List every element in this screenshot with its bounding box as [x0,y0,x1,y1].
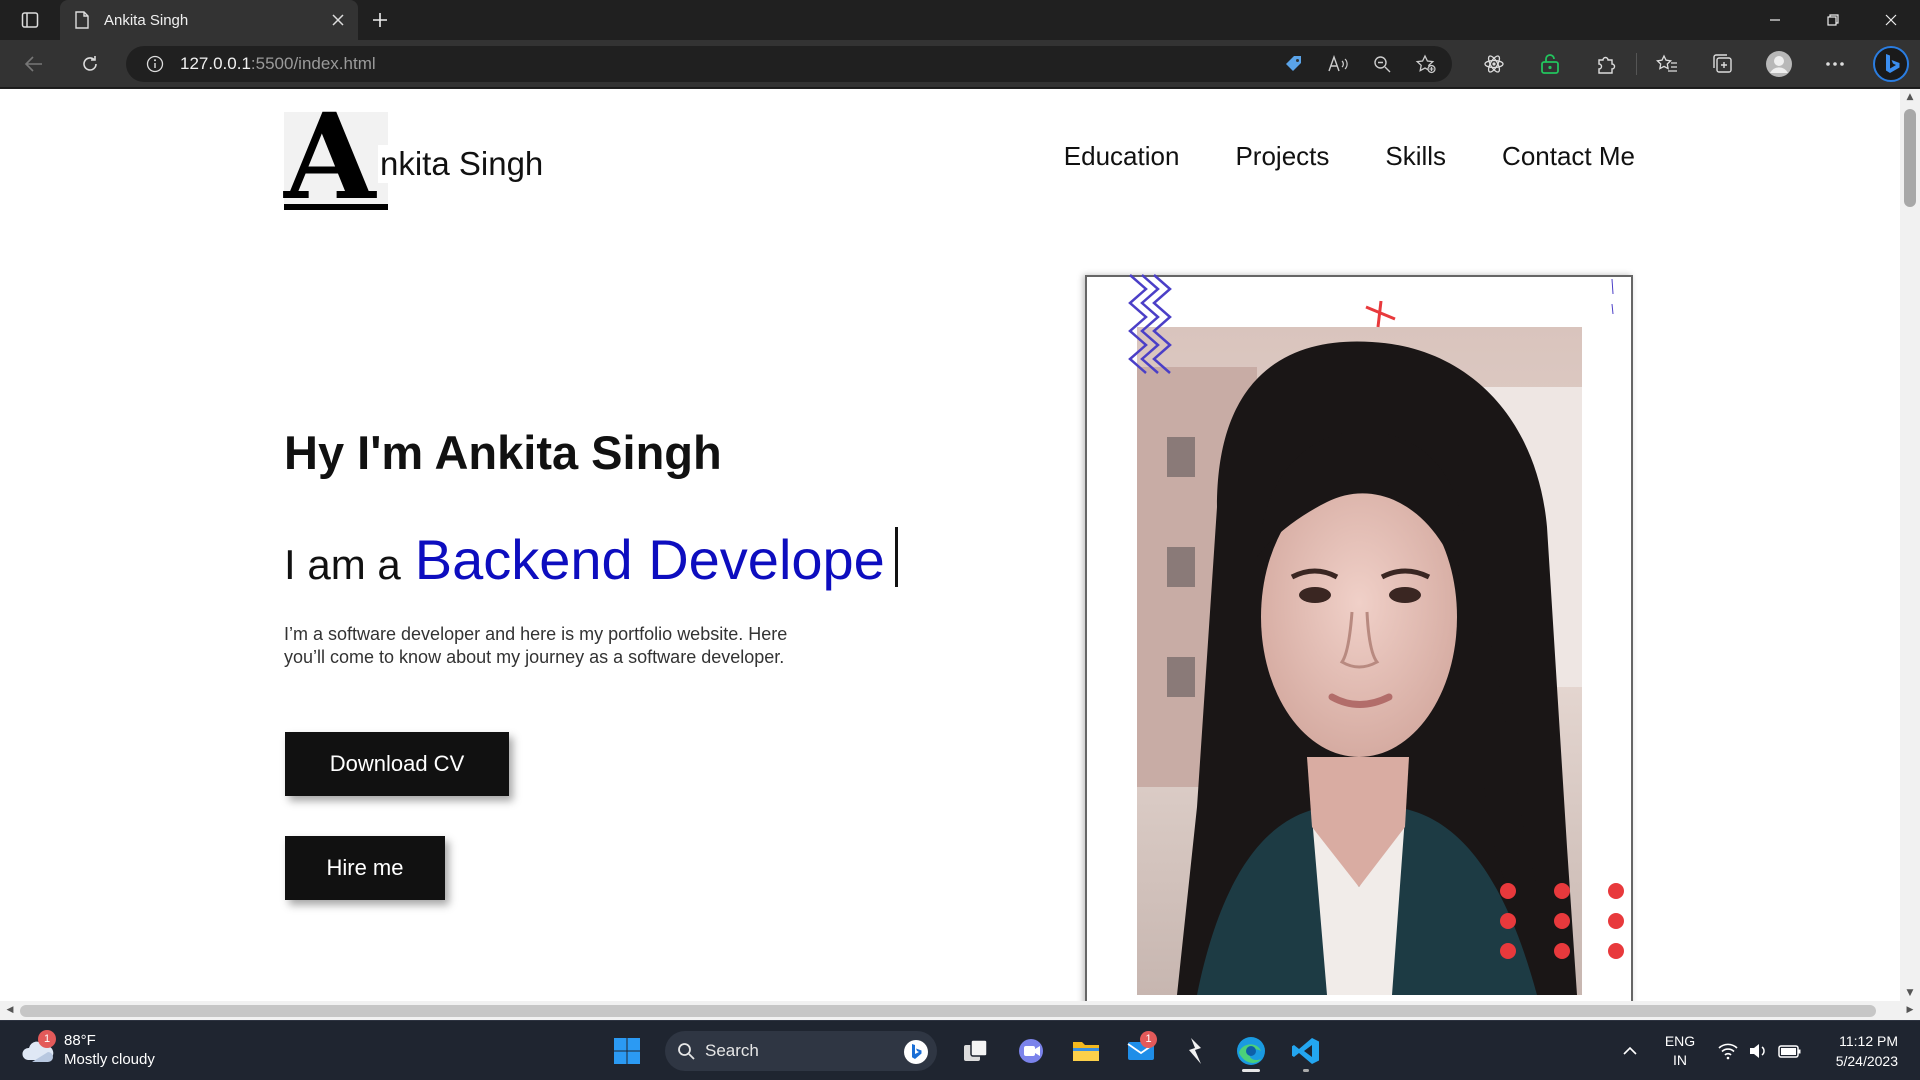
more-options-icon[interactable] [1807,46,1863,82]
profile-avatar-icon[interactable] [1751,46,1807,82]
nav-skills[interactable]: Skills [1385,141,1446,172]
zoom-out-icon[interactable] [1366,48,1398,80]
minimize-icon[interactable] [1746,0,1804,40]
window-controls [1746,0,1920,40]
input-language[interactable]: ENG IN [1650,1032,1710,1070]
clock-date: 5/24/2023 [1835,1053,1898,1069]
vertical-scroll-thumb[interactable] [1904,109,1916,207]
logo-letter: A [284,89,376,226]
wifi-icon [1718,1043,1738,1060]
address-toolbar: 127.0.0.1:5500/index.html [0,40,1920,88]
collections-icon[interactable] [1695,46,1751,82]
search-label: Search [705,1041,759,1060]
task-view-icon[interactable] [953,1029,998,1073]
scroll-left-arrow[interactable]: ◀ [4,1004,16,1016]
taskbar-search[interactable]: Search [665,1031,937,1071]
weather-widget[interactable]: 1 88°F Mostly cloudy [20,1030,155,1069]
start-windows-icon[interactable] [604,1029,649,1073]
lang-bottom: IN [1673,1052,1687,1068]
role-prefix: I am a [284,541,401,588]
quick-settings[interactable] [1710,1042,1810,1060]
horizontal-scroll-thumb[interactable] [20,1005,1876,1017]
url-bar[interactable]: 127.0.0.1:5500/index.html [126,46,1452,82]
search-icon [678,1043,695,1060]
vscode-icon[interactable] [1283,1029,1328,1073]
site-info-icon[interactable] [146,55,164,73]
new-tab-icon[interactable] [366,6,394,34]
cloudy-weather-icon: 1 [20,1030,56,1068]
bing-copilot-icon[interactable] [1863,46,1919,82]
reload-icon[interactable] [74,50,106,78]
download-cv-button[interactable]: Download CV [285,732,509,796]
hero-greeting: Hy I'm Ankita Singh [284,426,722,479]
vertical-scrollbar[interactable]: ▲ ▼ [1900,89,1920,1001]
profile-photo [1137,327,1582,995]
coupon-tag-icon[interactable] [1278,48,1310,80]
system-tray: ENG IN 11:12 PM 5/24/2023 [1610,1021,1920,1080]
toolbar-separator [1636,53,1637,75]
clock-time: 11:12 PM [1839,1033,1898,1049]
page-icon [74,11,90,30]
nav-projects[interactable]: Projects [1235,141,1329,172]
intro-paragraph: I’m a software developer and here is my … [284,624,788,667]
tab-actions-icon[interactable] [12,6,48,34]
active-tab[interactable]: Ankita Singh [60,0,358,40]
logo-name: nkita Singh [378,145,544,183]
windows-taskbar: 1 88°F Mostly cloudy Search 1 ENG IN 11:… [0,1020,1920,1080]
nav-contact[interactable]: Contact Me [1502,141,1635,172]
close-tab-icon[interactable] [324,6,352,34]
hire-me-button[interactable]: Hire me [285,836,445,900]
taskbar-apps: Search 1 [604,1029,1328,1073]
add-favorite-icon[interactable] [1410,48,1442,80]
read-aloud-icon[interactable] [1322,48,1354,80]
file-explorer-icon[interactable] [1063,1029,1108,1073]
weather-badge: 1 [38,1030,56,1048]
main-nav: Education Projects Skills Contact Me [1064,141,1635,172]
mail-icon[interactable]: 1 [1118,1029,1163,1073]
password-lock-icon[interactable] [1522,46,1578,82]
extension-atom-icon[interactable] [1466,46,1522,82]
scroll-right-arrow[interactable]: ▶ [1904,1004,1916,1016]
restore-icon[interactable] [1804,0,1862,40]
close-window-icon[interactable] [1862,0,1920,40]
show-hidden-icons-chevron-icon[interactable] [1610,1046,1650,1056]
url-text[interactable]: 127.0.0.1:5500/index.html [180,54,376,74]
role-typed-text: Backend Develope [414,528,885,591]
typing-caret [894,527,898,587]
weather-temp: 88°F [64,1032,96,1049]
edge-browser-icon[interactable] [1228,1029,1273,1073]
weather-desc: Mostly cloudy [64,1051,155,1068]
clock[interactable]: 11:12 PM 5/24/2023 [1810,1031,1920,1071]
app-lightning-icon[interactable] [1173,1029,1218,1073]
weather-text: 88°F Mostly cloudy [64,1031,155,1069]
battery-icon [1778,1045,1801,1058]
running-app-indicator [1302,1069,1309,1072]
site-logo[interactable]: A nkita Singh [284,98,544,216]
back-arrow-icon[interactable] [18,50,50,78]
extensions-puzzle-icon[interactable] [1578,46,1634,82]
hero-role-line: I am a Backend Develope [284,519,898,592]
tab-title: Ankita Singh [104,11,189,29]
logo-mark: A [284,98,388,216]
scroll-up-arrow[interactable]: ▲ [1904,91,1916,103]
active-app-indicator [1241,1069,1260,1072]
teams-chat-icon[interactable] [1008,1029,1053,1073]
browser-tab-bar: Ankita Singh [0,0,1920,40]
mail-badge: 1 [1140,1031,1157,1048]
page-viewport: A nkita Singh Education Projects Skills … [0,89,1900,1001]
logo-underline [284,204,388,210]
horizontal-scrollbar[interactable]: ◀ ▶ [0,1001,1920,1020]
nav-education[interactable]: Education [1064,141,1180,172]
favorites-icon[interactable] [1639,46,1695,82]
scroll-down-arrow[interactable]: ▼ [1904,987,1916,999]
lang-top: ENG [1664,1033,1696,1049]
browser-toolbar-icons [1466,46,1919,82]
url-bar-actions [1278,46,1442,82]
bing-icon [904,1040,928,1064]
volume-icon [1750,1044,1765,1058]
